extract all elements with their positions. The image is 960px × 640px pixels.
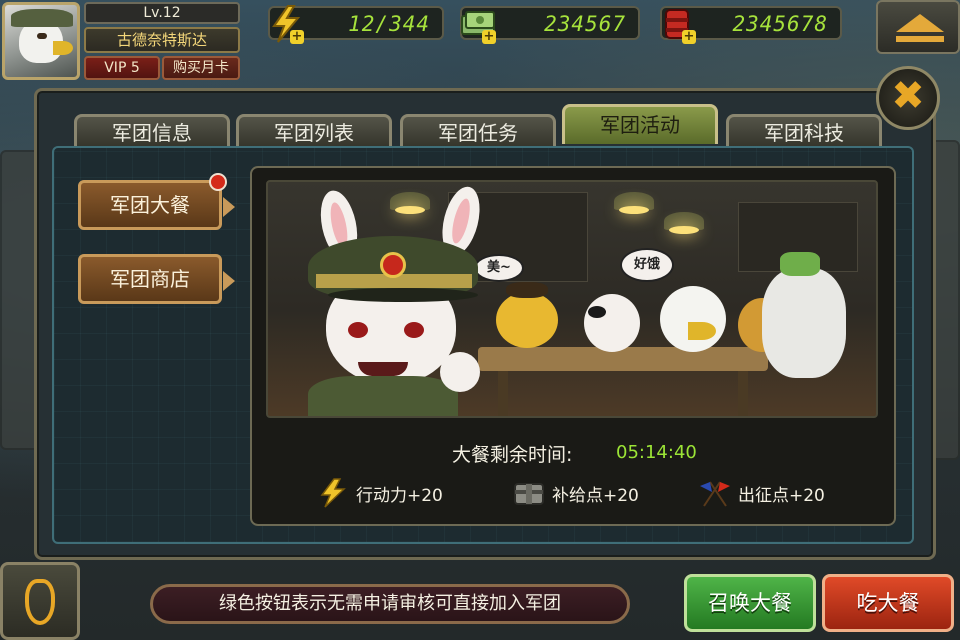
notice-banner: 绿色按钮表示无需申请审核可直接加入军团 <box>150 584 630 624</box>
close-button[interactable]: ✖ <box>876 66 940 130</box>
reward-expedition-points: 出征点+20 <box>698 478 825 508</box>
money-resource[interactable]: + 234567 <box>460 6 640 44</box>
up-arrow-bar <box>896 36 944 42</box>
red-star-icon <box>380 252 406 278</box>
bunny-diner <box>584 294 640 352</box>
player-name: 古德奈特斯达 <box>84 27 240 53</box>
buy-month-card-button[interactable]: 购买月卡 <box>162 56 240 80</box>
lightning-icon <box>320 478 346 508</box>
energy-value: 12/344 <box>348 12 430 36</box>
feast-timer-value: 05:14:40 <box>616 442 697 463</box>
add-money-icon[interactable]: + <box>482 30 496 44</box>
side-item-legion-shop[interactable]: 军团商店 <box>78 254 235 304</box>
reward-text: 行动力+20 <box>356 485 443 506</box>
avatar-eye <box>37 33 47 39</box>
cap-visor <box>328 288 478 302</box>
table-leg <box>498 371 508 416</box>
energy-resource[interactable]: + 12/344 <box>268 5 444 44</box>
eat-feast-button[interactable]: 吃大餐 <box>822 574 954 632</box>
collapse-hud-button[interactable] <box>876 0 960 54</box>
supply-crate-icon <box>514 483 544 505</box>
gem-resource[interactable]: + 2345678 <box>660 6 842 44</box>
reward-text: 出征点+20 <box>738 485 825 506</box>
player-level: Lv.12 <box>84 2 240 24</box>
bear-hat <box>506 282 548 298</box>
money-value: 234567 <box>544 12 626 36</box>
add-energy-icon[interactable]: + <box>290 30 304 44</box>
reward-action-points: 行动力+20 <box>316 478 443 508</box>
side-item-label: 军团商店 <box>110 267 190 291</box>
close-icon: ✖ <box>891 73 925 119</box>
eagle-beak <box>688 322 716 340</box>
side-item-legion-feast[interactable]: 军团大餐 <box>78 173 235 230</box>
crossed-flags-icon <box>700 481 730 507</box>
mohawk-hair <box>780 252 820 276</box>
summon-feast-button[interactable]: 召唤大餐 <box>684 574 816 632</box>
tab-legion-info[interactable]: 军团信息 <box>74 114 230 148</box>
lamp-glow <box>395 206 425 214</box>
selected-pointer-icon <box>223 197 235 217</box>
bunny-eye <box>404 322 424 338</box>
legion-emblem-button[interactable] <box>0 562 80 640</box>
eyepatch <box>588 306 606 318</box>
tab-legion-tasks[interactable]: 军团任务 <box>400 114 556 148</box>
feast-illustration: 美~ 好饿 <box>266 180 878 418</box>
pointer-icon <box>223 271 235 291</box>
up-arrow-icon <box>896 14 944 32</box>
table-leg <box>738 371 748 416</box>
avatar-beak <box>53 41 73 55</box>
eagle-diner <box>660 286 726 352</box>
notification-dot <box>209 173 227 191</box>
speech-bubble-right: 好饿 <box>620 248 674 282</box>
bunny-eye <box>348 322 368 338</box>
lamp-glow <box>669 226 699 234</box>
side-item-label: 军团大餐 <box>110 193 190 217</box>
bear-diner <box>496 292 558 348</box>
reward-text: 补给点+20 <box>552 485 639 506</box>
lamp-glow <box>619 206 649 214</box>
add-gems-icon[interactable]: + <box>682 30 696 44</box>
bunny-emblem-icon <box>25 579 55 625</box>
feast-timer-label: 大餐剩余时间: <box>452 444 573 466</box>
tab-legion-list[interactable]: 军团列表 <box>236 114 392 148</box>
bunny-fist <box>440 352 480 392</box>
avatar-helmet <box>11 9 73 27</box>
speech-bubble-left: 美~ <box>474 254 524 282</box>
reward-supply-points: 补给点+20 <box>512 478 639 508</box>
dining-table <box>478 347 768 371</box>
player-avatar[interactable] <box>2 2 80 80</box>
tab-legion-activities[interactable]: 军团活动 <box>562 104 718 144</box>
tab-legion-tech[interactable]: 军团科技 <box>726 114 882 148</box>
gems-value: 2345678 <box>732 12 828 36</box>
officer-uniform <box>308 376 458 416</box>
mohawk-bunny-diner <box>762 268 846 378</box>
bunny-grin <box>358 362 408 376</box>
vip-badge[interactable]: VIP 5 <box>84 56 160 80</box>
